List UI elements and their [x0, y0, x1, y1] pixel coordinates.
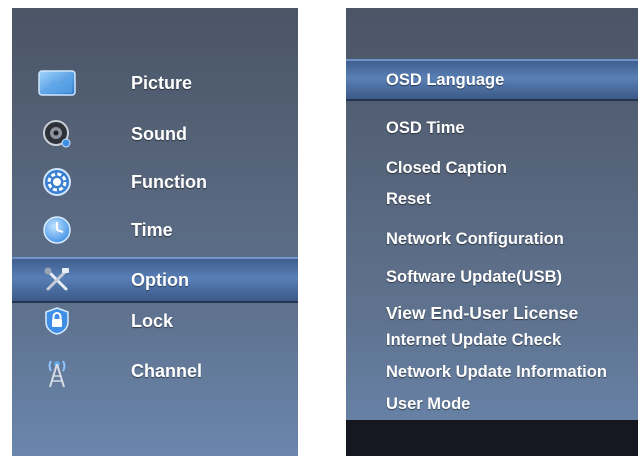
menu-item-time[interactable]: Time	[12, 209, 298, 251]
menu-item-lock[interactable]: Lock	[12, 300, 298, 342]
sound-icon	[37, 116, 77, 152]
menu-item-label: Lock	[131, 310, 174, 331]
option-item-reset[interactable]: Reset	[386, 190, 431, 209]
menu-item-option[interactable]: Option	[12, 257, 298, 303]
menu-item-label: Picture	[131, 72, 193, 93]
option-icon	[37, 262, 77, 298]
option-item-network-update-information[interactable]: Network Update Information	[386, 363, 607, 382]
bottom-bar	[346, 420, 638, 456]
picture-icon	[37, 65, 77, 101]
option-item-user-mode[interactable]: User Mode	[386, 395, 470, 414]
menu-item-channel[interactable]: Channel	[12, 350, 298, 392]
menu-item-label: Function	[131, 171, 207, 192]
time-icon	[37, 212, 77, 248]
option-item-network-configuration[interactable]: Network Configuration	[386, 230, 564, 249]
channel-icon	[37, 353, 77, 389]
main-menu-panel: Picture Sound Function Time Option Lock …	[12, 8, 298, 456]
option-item-closed-caption[interactable]: Closed Caption	[386, 159, 507, 178]
menu-item-label: Option	[131, 269, 189, 290]
menu-item-label: Channel	[131, 360, 203, 381]
lock-icon	[37, 303, 77, 339]
option-item-internet-update-check[interactable]: Internet Update Check	[386, 331, 561, 350]
option-item-software-update-usb[interactable]: Software Update(USB)	[386, 268, 562, 287]
option-item-view-end-user-license[interactable]: View End-User License	[386, 303, 578, 324]
menu-item-label: Time	[131, 219, 173, 240]
option-item-osd-time[interactable]: OSD Time	[386, 119, 465, 138]
option-item-label: OSD Language	[386, 70, 505, 89]
option-item-osd-language[interactable]: OSD Language	[346, 59, 638, 101]
menu-item-picture[interactable]: Picture	[12, 62, 298, 104]
option-submenu-panel: OSD Language OSD Time Closed Caption Res…	[346, 8, 638, 456]
menu-item-function[interactable]: Function	[12, 161, 298, 203]
menu-item-sound[interactable]: Sound	[12, 113, 298, 155]
function-icon	[37, 164, 77, 200]
menu-item-label: Sound	[131, 123, 187, 144]
